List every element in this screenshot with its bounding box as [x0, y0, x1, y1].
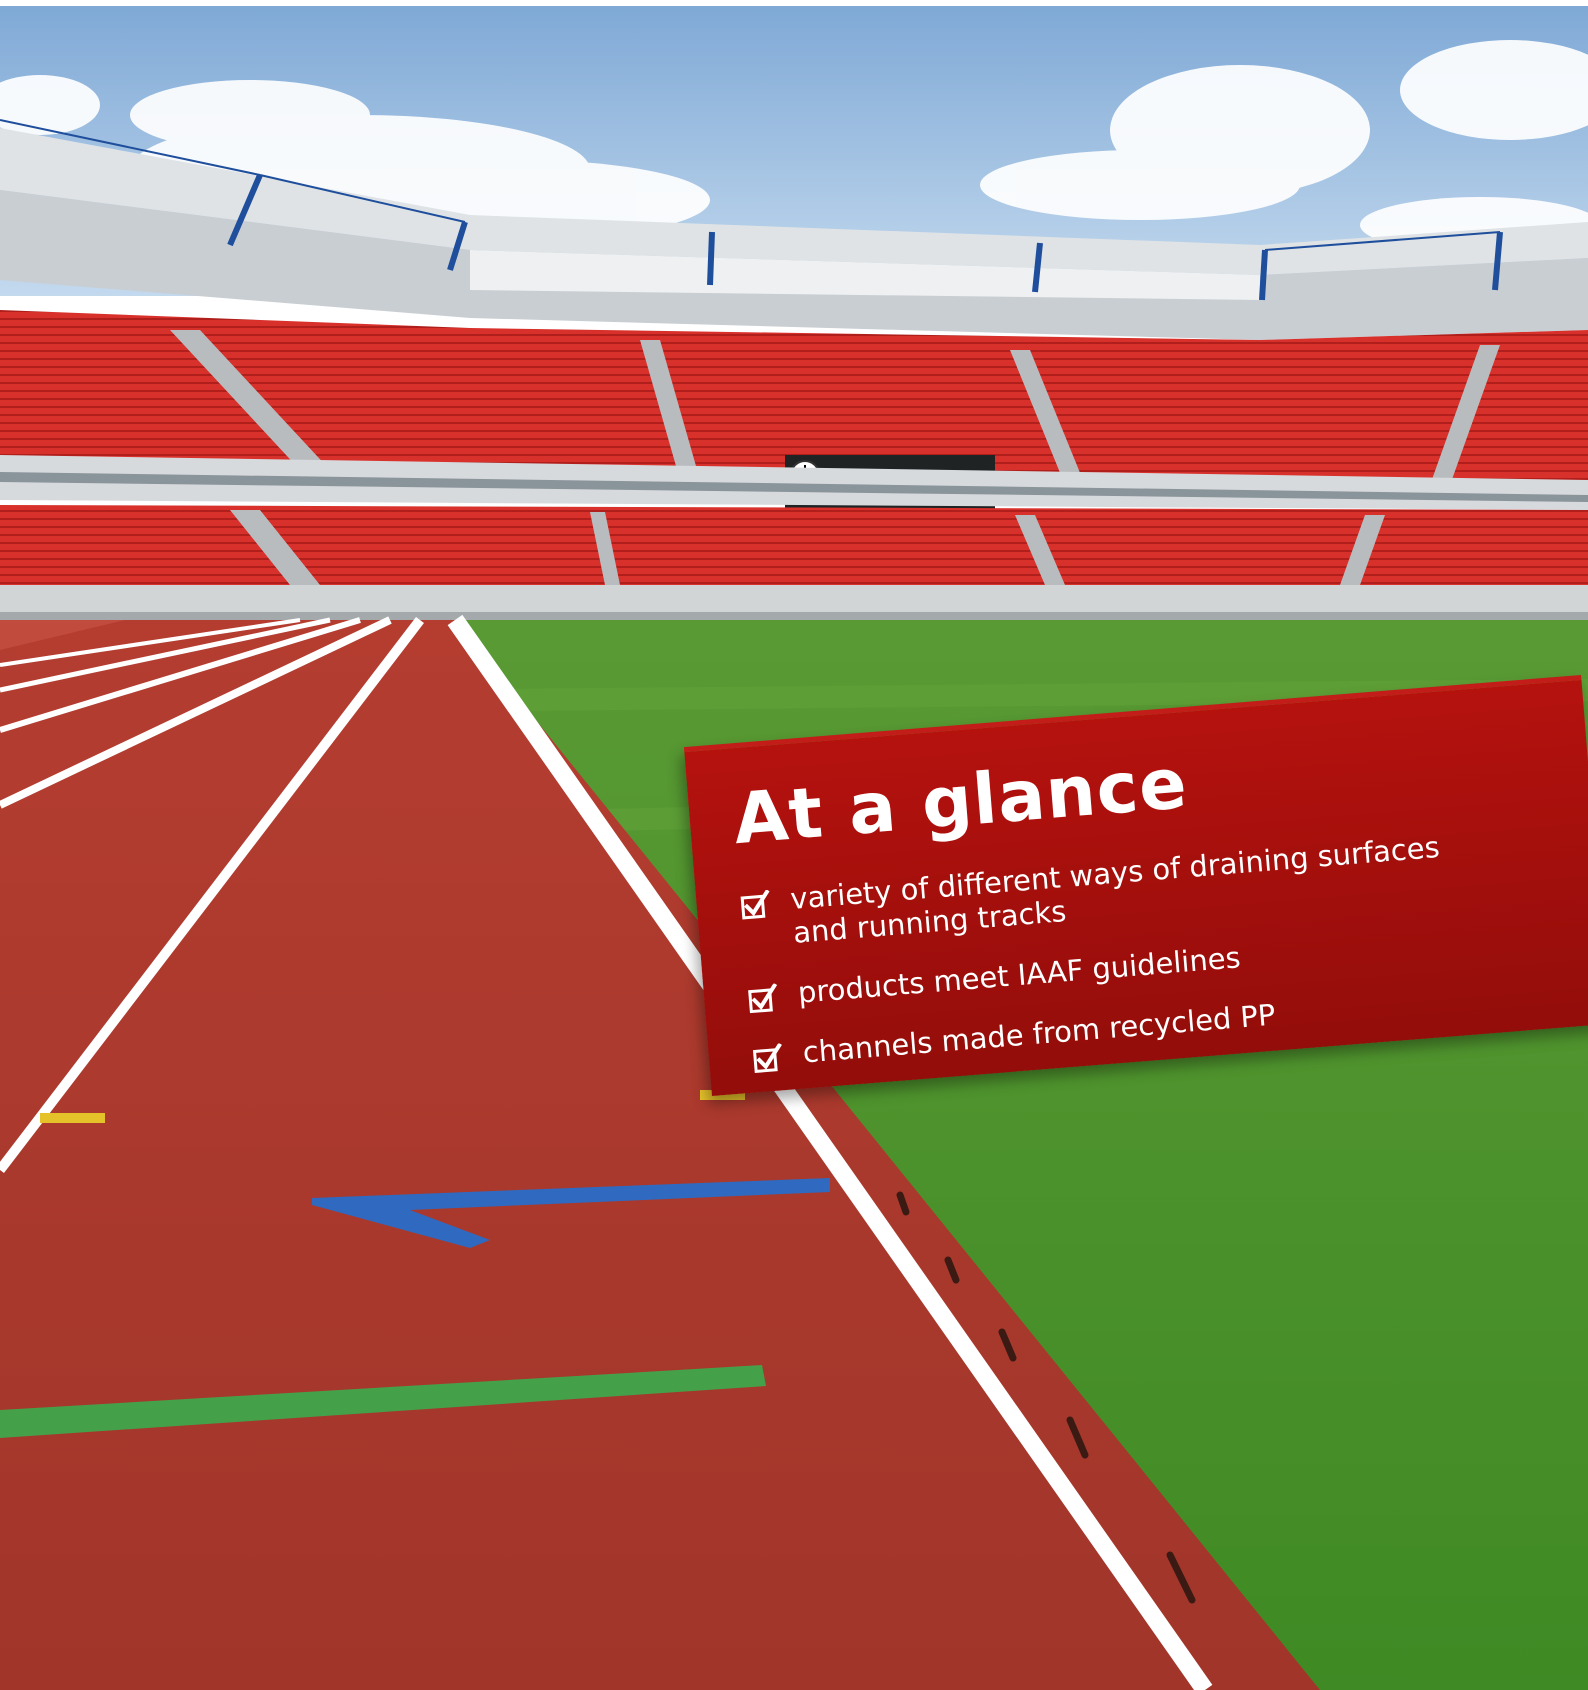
checkbox-checked-icon	[740, 889, 770, 920]
at-a-glance-banner: At a glance variety of different ways of…	[683, 674, 1588, 1096]
banner-title: At a glance	[730, 742, 1191, 861]
checkbox-checked-icon	[752, 1043, 782, 1073]
top-margin	[0, 0, 1588, 6]
checkbox-checked-icon	[748, 983, 778, 1014]
